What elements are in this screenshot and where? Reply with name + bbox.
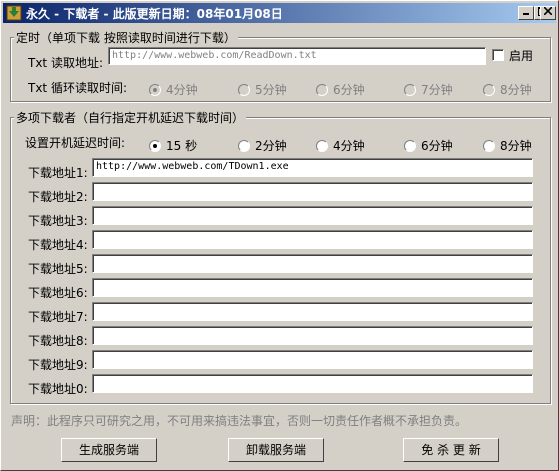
interval-radio-4[interactable]: 4分钟 bbox=[149, 81, 198, 98]
radio-label: 7分钟 bbox=[421, 83, 453, 97]
radio-label: 6分钟 bbox=[421, 139, 453, 153]
radio-label: 15 秒 bbox=[166, 139, 198, 153]
download-label: 下载地址7: bbox=[28, 310, 88, 324]
download-label: 下载地址6: bbox=[28, 286, 88, 300]
download-field-1[interactable]: http://www.webweb.com/TDown1.exe bbox=[92, 158, 533, 177]
multi-download-group-label: 多项下载者（自行指定开机延迟下载时间） bbox=[14, 109, 247, 126]
radio-dot bbox=[404, 83, 416, 96]
app-window: 永久 - 下载者 - 此版更新日期：08年01月08日 定时（单项下载 按照读取… bbox=[0, 0, 559, 471]
download-field-5[interactable] bbox=[92, 254, 533, 273]
minimize-button[interactable] bbox=[518, 6, 534, 20]
radio-dot bbox=[238, 83, 250, 96]
window-title: 永久 - 下载者 - 此版更新日期：08年01月08日 bbox=[26, 7, 283, 21]
radio-dot bbox=[149, 139, 161, 152]
radio-label: 4分钟 bbox=[333, 139, 365, 153]
download-field-0[interactable] bbox=[92, 374, 533, 393]
interval-radio-7[interactable]: 7分钟 bbox=[404, 81, 453, 98]
download-label: 下载地址1: bbox=[28, 166, 88, 180]
timer-group-label: 定时（单项下载 按照读取时间进行下载） bbox=[14, 29, 238, 46]
free-update-button[interactable]: 免 杀 更 新 bbox=[403, 438, 499, 462]
delay-radio-8m[interactable]: 8分钟 bbox=[483, 137, 532, 154]
title-bar[interactable]: 永久 - 下载者 - 此版更新日期：08年01月08日 bbox=[3, 3, 556, 23]
download-field-9[interactable] bbox=[92, 350, 533, 369]
download-field-2[interactable] bbox=[92, 182, 533, 201]
delay-label: 设置开机延迟时间: bbox=[25, 136, 126, 150]
download-field-7[interactable] bbox=[92, 302, 533, 321]
radio-dot bbox=[316, 139, 328, 152]
disclaimer-text: 声明：此程序只可研究之用，不可用来搞违法事宜，否则一切责任作者概不承担负责。 bbox=[11, 414, 468, 428]
download-field-4[interactable] bbox=[92, 230, 533, 249]
uninstall-server-button[interactable]: 卸载服务端 bbox=[228, 438, 324, 462]
download-field-8[interactable] bbox=[92, 326, 533, 345]
download-label: 下载地址9: bbox=[28, 358, 88, 372]
radio-dot bbox=[238, 139, 250, 152]
delay-radio-2m[interactable]: 2分钟 bbox=[238, 137, 287, 154]
radio-label: 8分钟 bbox=[500, 139, 532, 153]
radio-dot bbox=[316, 83, 328, 96]
download-label: 下载地址2: bbox=[28, 190, 88, 204]
close-icon bbox=[543, 6, 553, 16]
app-icon bbox=[6, 5, 22, 21]
download-label: 下载地址4: bbox=[28, 238, 88, 252]
delay-radio-4m[interactable]: 4分钟 bbox=[316, 137, 365, 154]
radio-dot bbox=[483, 139, 495, 152]
interval-radio-8[interactable]: 8分钟 bbox=[483, 81, 532, 98]
close-button[interactable] bbox=[540, 6, 556, 20]
download-label: 下载地址0: bbox=[28, 382, 88, 396]
radio-dot bbox=[149, 83, 161, 96]
radio-label: 6分钟 bbox=[333, 83, 365, 97]
download-label: 下载地址5: bbox=[28, 262, 88, 276]
download-label: 下载地址8: bbox=[28, 334, 88, 348]
interval-radio-6[interactable]: 6分钟 bbox=[316, 81, 365, 98]
delay-radio-15s[interactable]: 15 秒 bbox=[149, 137, 197, 154]
enable-checkbox[interactable] bbox=[492, 49, 504, 61]
download-label: 下载地址3: bbox=[28, 214, 88, 228]
download-field-3[interactable] bbox=[92, 206, 533, 225]
interval-label: Txt 循环读取时间: bbox=[28, 81, 127, 95]
minimize-icon bbox=[523, 13, 529, 15]
radio-dot bbox=[404, 139, 416, 152]
radio-label: 8分钟 bbox=[500, 83, 532, 97]
txt-address-field[interactable]: http://www.webweb.com/ReadDown.txt bbox=[108, 47, 486, 65]
generate-server-button[interactable]: 生成服务端 bbox=[61, 438, 157, 462]
download-field-6[interactable] bbox=[92, 278, 533, 297]
interval-radio-5[interactable]: 5分钟 bbox=[238, 81, 287, 98]
delay-radio-6m[interactable]: 6分钟 bbox=[404, 137, 453, 154]
radio-dot bbox=[483, 83, 495, 96]
txt-address-label: Txt 读取地址: bbox=[28, 56, 103, 70]
radio-label: 4分钟 bbox=[166, 83, 198, 97]
enable-label: 启用 bbox=[509, 49, 534, 63]
radio-label: 2分钟 bbox=[255, 139, 287, 153]
radio-label: 5分钟 bbox=[255, 83, 287, 97]
